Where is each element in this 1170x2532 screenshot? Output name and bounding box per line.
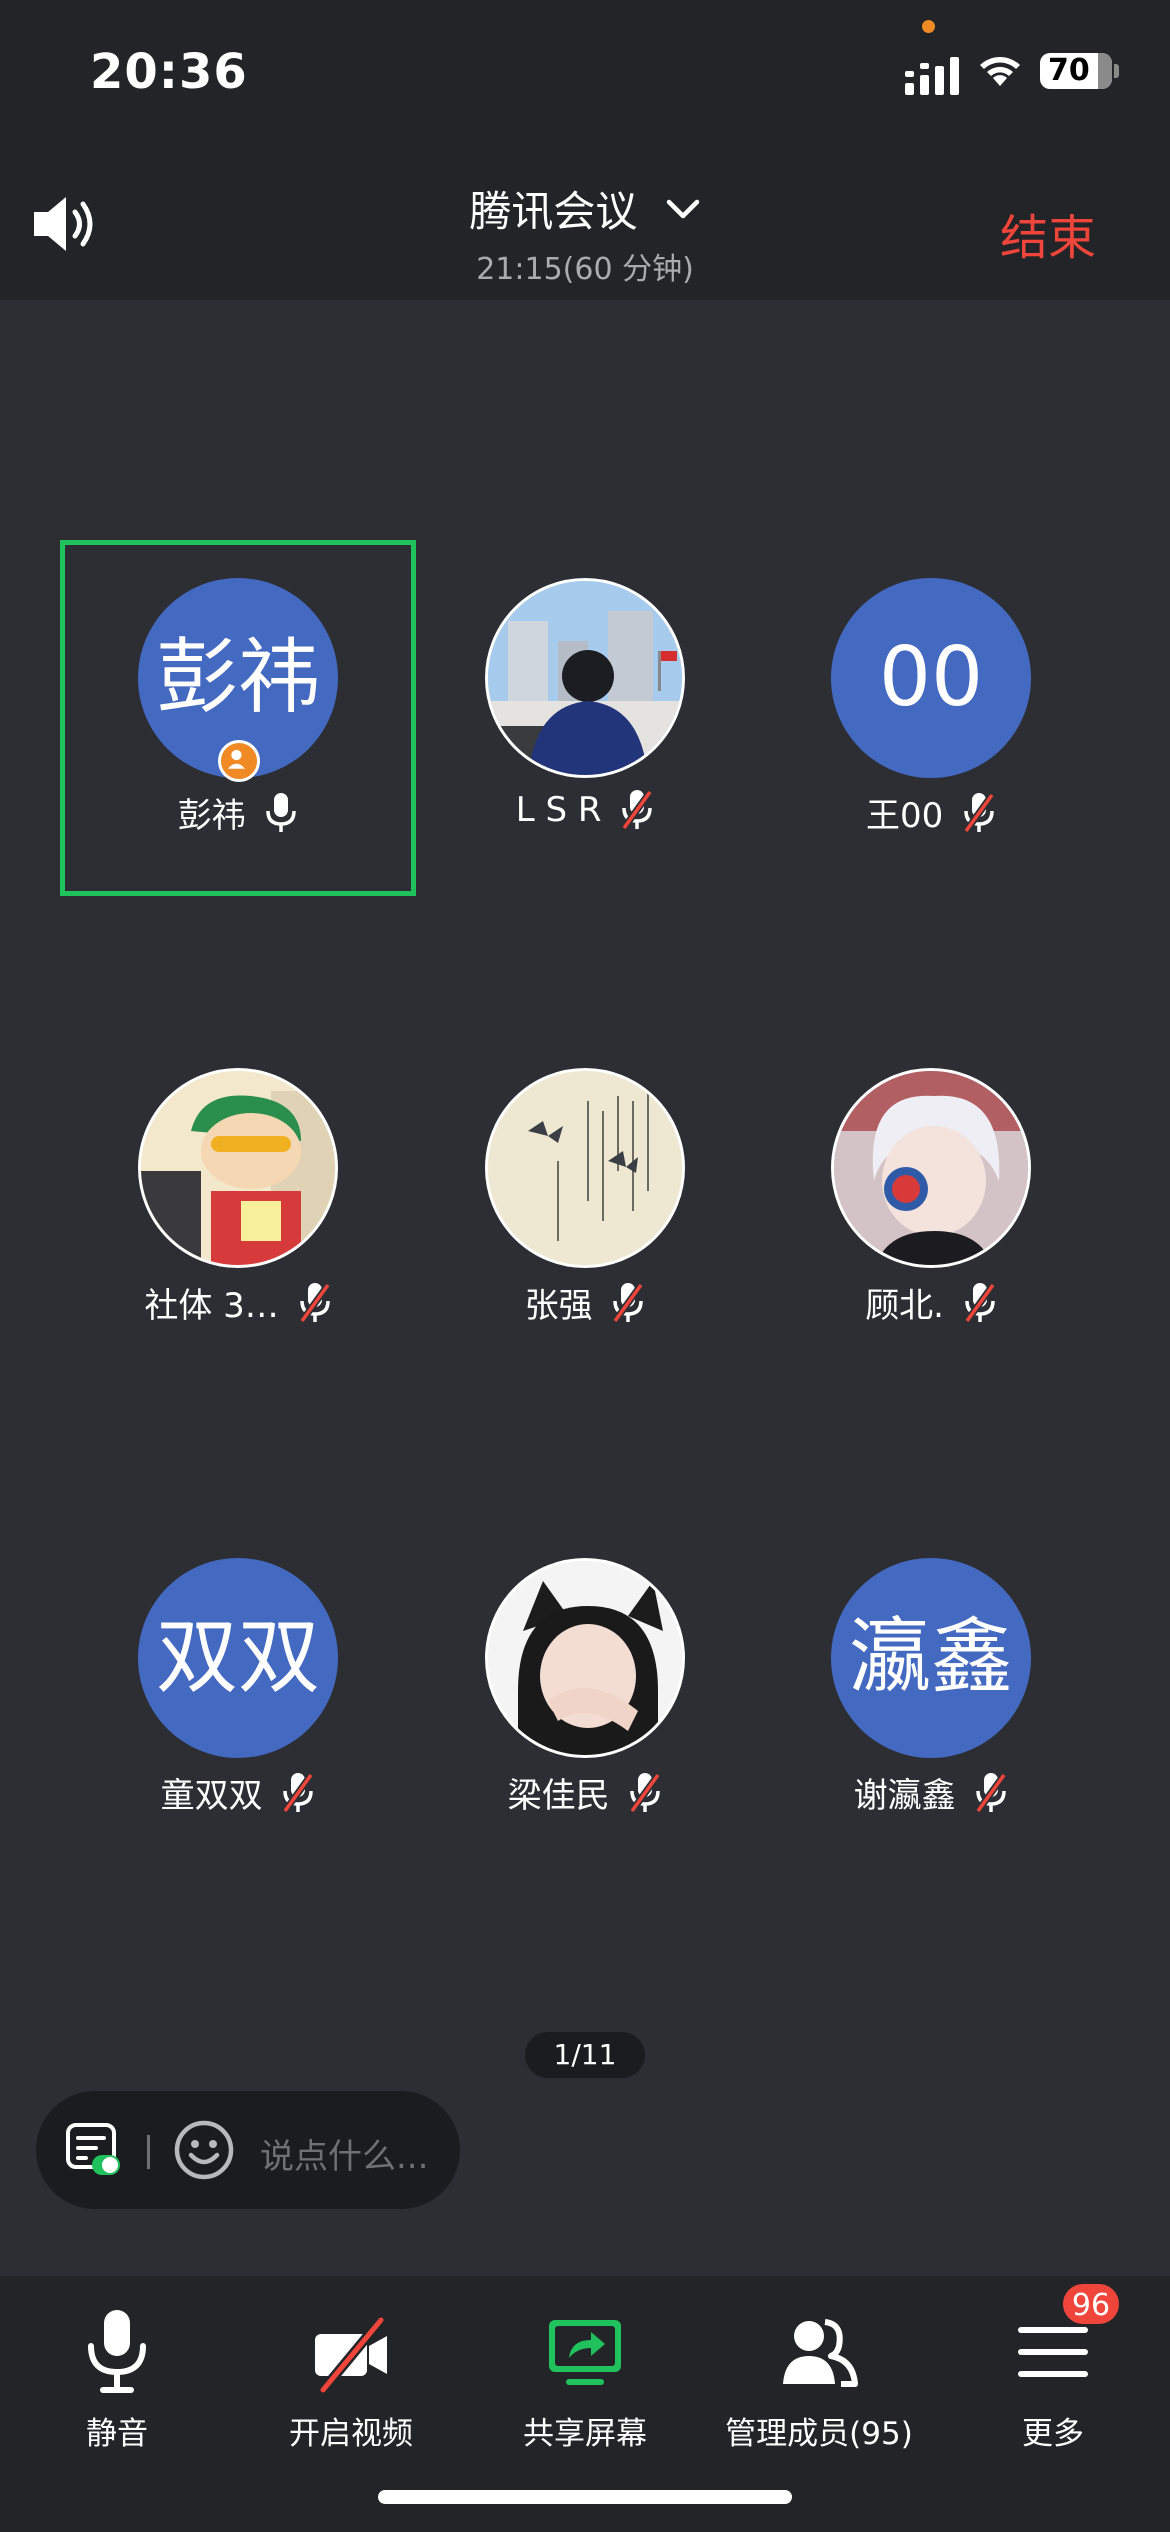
mic-muted-icon — [612, 1282, 645, 1323]
meeting-title-dropdown[interactable]: 腾讯会议 — [0, 178, 1170, 239]
share-screen-icon — [549, 2320, 621, 2385]
avatar-photo — [485, 578, 685, 778]
avatar-photo — [485, 1068, 685, 1268]
participant-tile[interactable]: 彭祎 彭祎 — [60, 540, 416, 896]
mic-muted-icon — [629, 1772, 662, 1813]
participant-tile[interactable]: 瀛鑫 谢瀛鑫 — [753, 1520, 1109, 1876]
participant-name: 谢瀛鑫 — [853, 1776, 956, 1816]
microphone-icon — [266, 792, 297, 832]
mic-muted-icon — [282, 1772, 315, 1813]
emoji-icon[interactable] — [173, 2119, 235, 2181]
participant-tile[interactable]: 双双 童双双 — [60, 1520, 416, 1876]
participant-name: 梁佳民 — [507, 1776, 610, 1816]
battery-icon: 70 — [1040, 53, 1112, 89]
participant-tile[interactable]: 梁佳民 — [407, 1520, 763, 1876]
home-indicator[interactable] — [378, 2490, 792, 2504]
avatar-photo — [485, 1558, 685, 1758]
avatar: 00 — [831, 578, 1031, 778]
start-video-button[interactable]: 开启视频 — [234, 2296, 468, 2456]
participant-name: 彭祎 — [177, 796, 246, 836]
more-button[interactable]: 更多 — [936, 2296, 1170, 2456]
status-bar: 20:36 70 — [0, 0, 1170, 140]
status-time: 20:36 — [90, 44, 248, 100]
avatar-photo — [138, 1068, 338, 1268]
battery-level: 70 — [1048, 53, 1090, 88]
manage-members-button[interactable]: 管理成员(95) — [702, 2296, 936, 2456]
privacy-indicator-dot — [922, 20, 935, 33]
wifi-icon — [980, 57, 1020, 86]
meeting-title: 腾讯会议 — [469, 187, 638, 236]
members-icon — [783, 2319, 858, 2387]
mute-label: 静音 — [86, 2416, 148, 2452]
participant-name: 顾北. — [865, 1286, 944, 1326]
microphone-icon — [88, 2310, 146, 2393]
mic-muted-icon — [298, 1282, 331, 1323]
share-screen-label: 共享屏幕 — [523, 2416, 647, 2452]
host-badge-icon — [218, 740, 260, 782]
mic-muted-icon — [963, 792, 995, 833]
participant-name: 社体 3… — [144, 1286, 279, 1326]
mic-muted-icon — [963, 1282, 996, 1323]
participant-name: L S R — [515, 790, 602, 830]
more-label: 更多 — [1022, 2416, 1084, 2452]
participant-name: 童双双 — [160, 1776, 263, 1816]
mic-muted-icon — [975, 1772, 1008, 1813]
notification-badge: 96 — [1061, 2282, 1121, 2326]
participant-tile[interactable]: 社体 3… — [60, 1030, 416, 1386]
page-indicator[interactable]: 1/11 — [525, 2032, 645, 2078]
share-screen-button[interactable]: 共享屏幕 — [468, 2296, 702, 2456]
manage-members-label: 管理成员(95) — [725, 2416, 913, 2452]
participant-name: 张强 — [524, 1286, 593, 1326]
start-video-label: 开启视频 — [289, 2416, 413, 2452]
mute-button[interactable]: 静音 — [0, 2296, 234, 2456]
participant-tile[interactable]: 00 王00 — [753, 540, 1109, 896]
avatar: 双双 — [138, 1558, 338, 1758]
participant-name: 王00 — [865, 796, 944, 836]
avatar-photo — [831, 1068, 1031, 1268]
avatar: 瀛鑫 — [831, 1558, 1031, 1758]
meeting-duration: 21:15(60 分钟) — [476, 252, 694, 287]
signal-icon — [905, 57, 959, 95]
camera-off-icon — [315, 2316, 387, 2394]
participant-tile[interactable]: 张强 — [407, 1030, 763, 1386]
participant-tile[interactable]: L S R — [407, 540, 763, 896]
participant-tile[interactable]: 顾北. — [753, 1030, 1109, 1386]
mic-muted-icon — [621, 789, 654, 831]
chat-input-bar[interactable]: 说点什么... — [36, 2091, 460, 2209]
chat-toggle-icon[interactable] — [64, 2121, 122, 2179]
end-meeting-button[interactable]: 结束 — [1000, 198, 1096, 268]
chat-placeholder[interactable]: 说点什么... — [260, 2129, 428, 2178]
chevron-down-icon — [666, 199, 699, 218]
meeting-header: 腾讯会议 21:15(60 分钟) 结束 — [0, 140, 1170, 300]
